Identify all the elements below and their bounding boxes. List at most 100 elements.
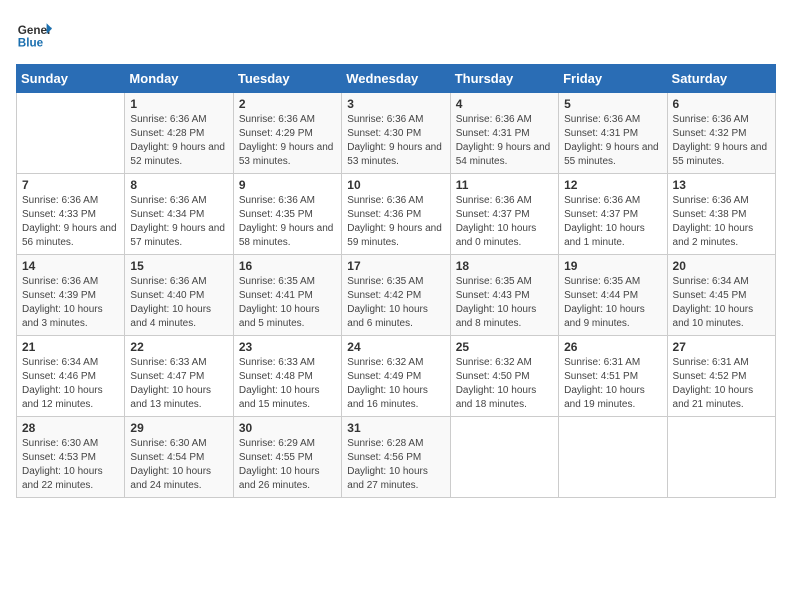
day-number: 24 (347, 340, 444, 354)
calendar-cell: 7Sunrise: 6:36 AMSunset: 4:33 PMDaylight… (17, 174, 125, 255)
calendar-cell (667, 417, 775, 498)
calendar-cell: 6 Sunrise: 6:36 AMSunset: 4:32 PMDaylight… (667, 93, 775, 174)
day-number: 16 (239, 259, 336, 273)
calendar-cell (450, 417, 558, 498)
day-number: 17 (347, 259, 444, 273)
cell-content: Sunrise: 6:31 AMSunset: 4:51 PMDaylight:… (564, 356, 661, 412)
cell-content: Sunrise: 6:36 AMSunset: 4:28 PMDaylight:… (130, 113, 227, 169)
day-number: 9 (239, 178, 336, 192)
cell-content: Sunrise: 6:36 AMSunset: 4:40 PMDaylight:… (130, 275, 227, 331)
day-number: 10 (347, 178, 444, 192)
calendar-cell: 16 Sunrise: 6:35 AMSunset: 4:41 PMDayligh… (233, 255, 341, 336)
day-number: 25 (456, 340, 553, 354)
cell-content: Sunrise: 6:36 AMSunset: 4:36 PMDaylight:… (347, 194, 444, 250)
week-row-3: 14 Sunrise: 6:36 AMSunset: 4:39 PMDayligh… (17, 255, 776, 336)
cell-content: Sunrise: 6:36 AMSunset: 4:39 PMDaylight:… (22, 275, 119, 331)
cell-content: Sunrise: 6:36 AMSunset: 4:37 PMDaylight:… (456, 194, 553, 250)
day-number: 23 (239, 340, 336, 354)
calendar-cell: 30Sunrise: 6:29 AMSunset: 4:55 PMDayligh… (233, 417, 341, 498)
calendar-cell: 15 Sunrise: 6:36 AMSunset: 4:40 PMDayligh… (125, 255, 233, 336)
calendar-cell: 2Sunrise: 6:36 AMSunset: 4:29 PMDaylight… (233, 93, 341, 174)
cell-content: Sunrise: 6:35 AMSunset: 4:41 PMDaylight:… (239, 275, 336, 331)
calendar-cell: 8 Sunrise: 6:36 AMSunset: 4:34 PMDaylight… (125, 174, 233, 255)
calendar-cell: 24 Sunrise: 6:32 AMSunset: 4:49 PMDayligh… (342, 336, 450, 417)
day-header-sunday: Sunday (17, 65, 125, 93)
logo-icon: GeneralBlue (16, 16, 52, 52)
cell-content: Sunrise: 6:33 AMSunset: 4:47 PMDaylight:… (130, 356, 227, 412)
cell-content: Sunrise: 6:36 AMSunset: 4:37 PMDaylight:… (564, 194, 661, 250)
day-number: 21 (22, 340, 119, 354)
day-number: 29 (130, 421, 227, 435)
cell-content: Sunrise: 6:34 AMSunset: 4:45 PMDaylight:… (673, 275, 770, 331)
logo: GeneralBlue (16, 16, 52, 52)
cell-content: Sunrise: 6:33 AMSunset: 4:48 PMDaylight:… (239, 356, 336, 412)
cell-content: Sunrise: 6:34 AMSunset: 4:46 PMDaylight:… (22, 356, 119, 412)
calendar-cell: 5 Sunrise: 6:36 AMSunset: 4:31 PMDaylight… (559, 93, 667, 174)
header-row: SundayMondayTuesdayWednesdayThursdayFrid… (17, 65, 776, 93)
calendar-cell: 3 Sunrise: 6:36 AMSunset: 4:30 PMDaylight… (342, 93, 450, 174)
day-header-monday: Monday (125, 65, 233, 93)
day-number: 7 (22, 178, 119, 192)
cell-content: Sunrise: 6:29 AMSunset: 4:55 PMDaylight:… (239, 437, 336, 493)
cell-content: Sunrise: 6:35 AMSunset: 4:44 PMDaylight:… (564, 275, 661, 331)
calendar-cell: 27 Sunrise: 6:31 AMSunset: 4:52 PMDayligh… (667, 336, 775, 417)
calendar-cell: 22 Sunrise: 6:33 AMSunset: 4:47 PMDayligh… (125, 336, 233, 417)
calendar-cell: 17Sunrise: 6:35 AMSunset: 4:42 PMDayligh… (342, 255, 450, 336)
day-number: 31 (347, 421, 444, 435)
day-header-thursday: Thursday (450, 65, 558, 93)
cell-content: Sunrise: 6:36 AMSunset: 4:31 PMDaylight:… (564, 113, 661, 169)
week-row-5: 28 Sunrise: 6:30 AMSunset: 4:53 PMDayligh… (17, 417, 776, 498)
calendar-cell: 21 Sunrise: 6:34 AMSunset: 4:46 PMDayligh… (17, 336, 125, 417)
calendar-cell: 13 Sunrise: 6:36 AMSunset: 4:38 PMDayligh… (667, 174, 775, 255)
cell-content: Sunrise: 6:32 AMSunset: 4:49 PMDaylight:… (347, 356, 444, 412)
day-number: 1 (130, 97, 227, 111)
calendar-cell: 19 Sunrise: 6:35 AMSunset: 4:44 PMDayligh… (559, 255, 667, 336)
week-row-2: 7Sunrise: 6:36 AMSunset: 4:33 PMDaylight… (17, 174, 776, 255)
calendar-cell: 26 Sunrise: 6:31 AMSunset: 4:51 PMDayligh… (559, 336, 667, 417)
calendar-cell: 9 Sunrise: 6:36 AMSunset: 4:35 PMDaylight… (233, 174, 341, 255)
day-number: 8 (130, 178, 227, 192)
cell-content: Sunrise: 6:31 AMSunset: 4:52 PMDaylight:… (673, 356, 770, 412)
calendar-cell: 25Sunrise: 6:32 AMSunset: 4:50 PMDayligh… (450, 336, 558, 417)
day-number: 15 (130, 259, 227, 273)
day-number: 20 (673, 259, 770, 273)
cell-content: Sunrise: 6:36 AMSunset: 4:34 PMDaylight:… (130, 194, 227, 250)
day-header-wednesday: Wednesday (342, 65, 450, 93)
day-number: 4 (456, 97, 553, 111)
day-header-tuesday: Tuesday (233, 65, 341, 93)
day-number: 6 (673, 97, 770, 111)
cell-content: Sunrise: 6:35 AMSunset: 4:43 PMDaylight:… (456, 275, 553, 331)
calendar-table: SundayMondayTuesdayWednesdayThursdayFrid… (16, 64, 776, 498)
day-number: 27 (673, 340, 770, 354)
day-number: 19 (564, 259, 661, 273)
calendar-cell: 11 Sunrise: 6:36 AMSunset: 4:37 PMDayligh… (450, 174, 558, 255)
calendar-cell: 31 Sunrise: 6:28 AMSunset: 4:56 PMDayligh… (342, 417, 450, 498)
day-number: 26 (564, 340, 661, 354)
day-number: 18 (456, 259, 553, 273)
calendar-cell: 28 Sunrise: 6:30 AMSunset: 4:53 PMDayligh… (17, 417, 125, 498)
calendar-cell: 20 Sunrise: 6:34 AMSunset: 4:45 PMDayligh… (667, 255, 775, 336)
cell-content: Sunrise: 6:36 AMSunset: 4:35 PMDaylight:… (239, 194, 336, 250)
week-row-1: 1 Sunrise: 6:36 AMSunset: 4:28 PMDaylight… (17, 93, 776, 174)
day-number: 11 (456, 178, 553, 192)
cell-content: Sunrise: 6:28 AMSunset: 4:56 PMDaylight:… (347, 437, 444, 493)
cell-content: Sunrise: 6:30 AMSunset: 4:53 PMDaylight:… (22, 437, 119, 493)
cell-content: Sunrise: 6:36 AMSunset: 4:32 PMDaylight:… (673, 113, 770, 169)
day-number: 14 (22, 259, 119, 273)
cell-content: Sunrise: 6:36 AMSunset: 4:29 PMDaylight:… (239, 113, 336, 169)
week-row-4: 21 Sunrise: 6:34 AMSunset: 4:46 PMDayligh… (17, 336, 776, 417)
cell-content: Sunrise: 6:36 AMSunset: 4:30 PMDaylight:… (347, 113, 444, 169)
calendar-cell: 18 Sunrise: 6:35 AMSunset: 4:43 PMDayligh… (450, 255, 558, 336)
day-number: 28 (22, 421, 119, 435)
cell-content: Sunrise: 6:36 AMSunset: 4:38 PMDaylight:… (673, 194, 770, 250)
cell-content: Sunrise: 6:36 AMSunset: 4:31 PMDaylight:… (456, 113, 553, 169)
calendar-cell: 12Sunrise: 6:36 AMSunset: 4:37 PMDayligh… (559, 174, 667, 255)
calendar-cell: 4 Sunrise: 6:36 AMSunset: 4:31 PMDaylight… (450, 93, 558, 174)
page-header: GeneralBlue (16, 16, 776, 52)
day-number: 3 (347, 97, 444, 111)
day-number: 13 (673, 178, 770, 192)
svg-text:Blue: Blue (18, 37, 44, 50)
cell-content: Sunrise: 6:30 AMSunset: 4:54 PMDaylight:… (130, 437, 227, 493)
day-number: 22 (130, 340, 227, 354)
day-number: 5 (564, 97, 661, 111)
